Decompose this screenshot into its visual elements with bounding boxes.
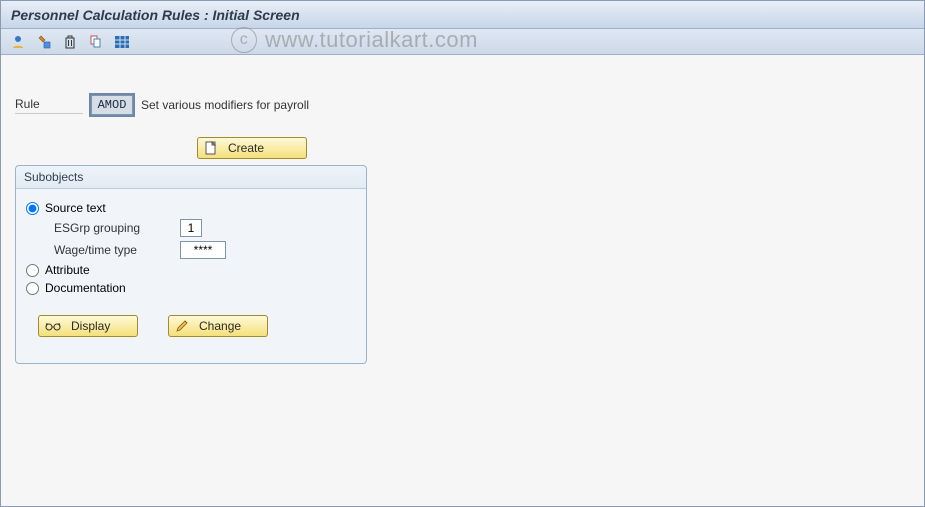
rule-row: Rule AMOD Set various modifiers for payr… xyxy=(15,95,910,115)
radio-attribute-input[interactable] xyxy=(26,264,39,277)
action-button-row: Display Change xyxy=(26,299,356,351)
toolbar-person-button[interactable] xyxy=(7,32,29,52)
page-title: Personnel Calculation Rules : Initial Sc… xyxy=(11,7,300,23)
grid-icon xyxy=(114,35,130,49)
toolbar-grid-button[interactable] xyxy=(111,32,133,52)
esgrp-input[interactable] xyxy=(180,219,202,237)
window: Personnel Calculation Rules : Initial Sc… xyxy=(0,0,925,507)
display-button[interactable]: Display xyxy=(38,315,138,337)
toolbar-clipboard-button[interactable] xyxy=(85,32,107,52)
radio-attribute[interactable]: Attribute xyxy=(26,263,356,277)
clipboard-icon xyxy=(89,34,103,50)
radio-attribute-label: Attribute xyxy=(45,263,90,277)
radio-source-text-label: Source text xyxy=(45,201,106,215)
rule-description: Set various modifiers for payroll xyxy=(141,98,309,112)
rule-label: Rule xyxy=(15,97,83,114)
source-text-fields: ESGrp grouping Wage/time type xyxy=(26,219,356,259)
create-button[interactable]: Create xyxy=(197,137,307,159)
person-icon xyxy=(10,34,26,50)
radio-documentation[interactable]: Documentation xyxy=(26,281,356,295)
change-button-label: Change xyxy=(199,319,241,333)
subobjects-body: Source text ESGrp grouping Wage/time typ… xyxy=(16,189,366,363)
change-button[interactable]: Change xyxy=(168,315,268,337)
toolbar-copy-button[interactable] xyxy=(33,32,55,52)
subobjects-title: Subobjects xyxy=(16,166,366,189)
wage-label: Wage/time type xyxy=(54,243,174,257)
delete-icon xyxy=(63,34,77,50)
create-button-label: Create xyxy=(228,141,264,155)
radio-source-text-input[interactable] xyxy=(26,202,39,215)
radio-source-text[interactable]: Source text xyxy=(26,201,356,215)
display-button-label: Display xyxy=(71,319,110,333)
toolbar-delete-button[interactable] xyxy=(59,32,81,52)
document-new-icon xyxy=(204,141,218,155)
glasses-icon xyxy=(45,320,61,332)
wage-input[interactable] xyxy=(180,241,226,259)
esgrp-label: ESGrp grouping xyxy=(54,221,174,235)
radio-documentation-input[interactable] xyxy=(26,282,39,295)
copy-chain-icon xyxy=(36,34,52,50)
pencil-icon xyxy=(175,319,189,333)
radio-documentation-label: Documentation xyxy=(45,281,126,295)
toolbar xyxy=(1,29,924,55)
title-bar: Personnel Calculation Rules : Initial Sc… xyxy=(1,1,924,29)
subobjects-group: Subobjects Source text ESGrp grouping Wa… xyxy=(15,165,367,364)
content-area: Rule AMOD Set various modifiers for payr… xyxy=(1,55,924,378)
rule-input[interactable]: AMOD xyxy=(91,95,133,115)
